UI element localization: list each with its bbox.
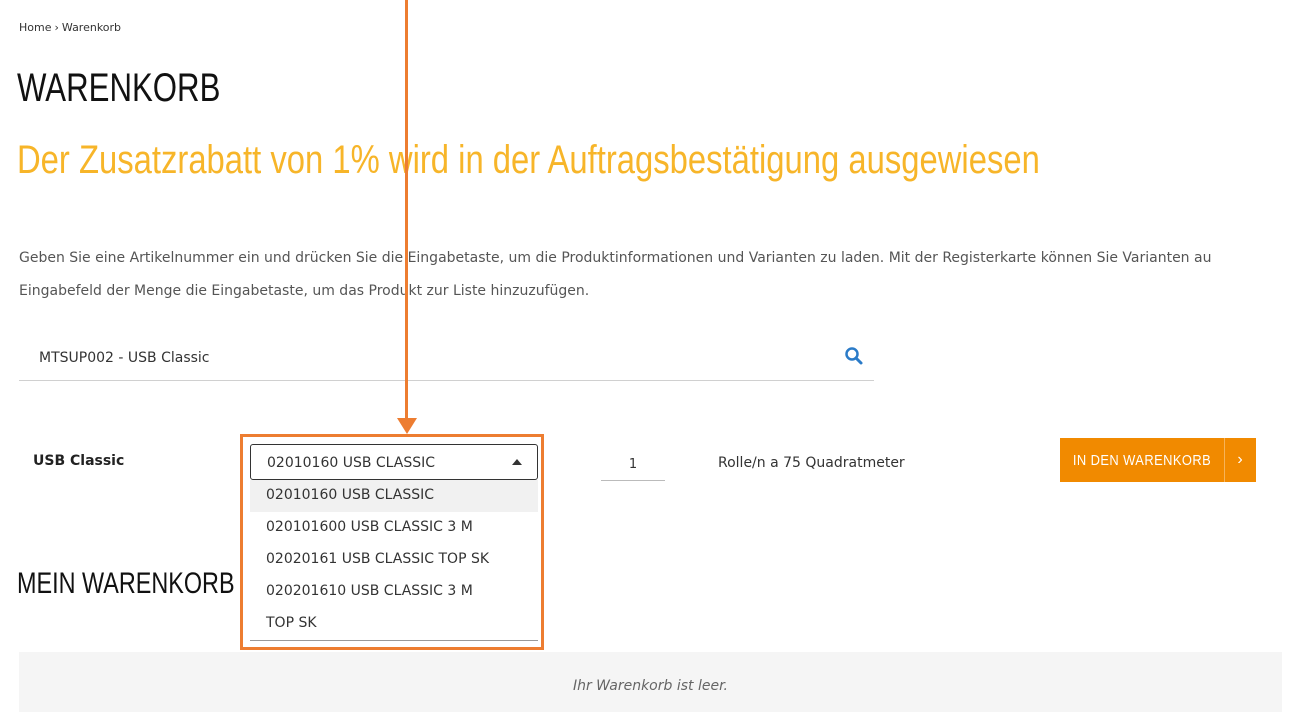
quantity-input[interactable]: 1: [601, 452, 665, 481]
empty-cart-text: Ihr Warenkorb ist leer.: [572, 678, 729, 694]
variant-option[interactable]: 02010160 USB CLASSIC: [250, 480, 538, 512]
add-to-cart-button[interactable]: IN DEN WARENKORB ›: [1060, 438, 1256, 482]
instructions-text: Geben Sie eine Artikelnummer ein und drü…: [19, 242, 1289, 308]
article-search-input[interactable]: [37, 349, 801, 367]
variant-option[interactable]: 020101600 USB CLASSIC 3 M: [250, 512, 538, 544]
instructions-line-1: Geben Sie eine Artikelnummer ein und drü…: [19, 250, 1212, 266]
add-to-cart-label: IN DEN WARENKORB: [1072, 451, 1212, 469]
variant-select[interactable]: 02010160 USB CLASSIC: [250, 444, 538, 480]
unit-label: Rolle/n a 75 Quadratmeter: [718, 455, 905, 471]
variant-select-value: 02010160 USB CLASSIC: [267, 455, 436, 471]
chevron-right-icon: ›: [1224, 438, 1255, 482]
page-title: WARENKORB: [17, 66, 221, 110]
caret-up-icon: [512, 459, 522, 465]
article-search: [19, 340, 874, 381]
annotation-arrow-head: [397, 418, 417, 434]
search-icon[interactable]: [844, 346, 864, 366]
variant-option[interactable]: 020201610 USB CLASSIC 3 M: [250, 576, 538, 608]
annotation-arrow-line: [405, 0, 408, 422]
product-name: USB Classic: [33, 453, 125, 469]
instructions-line-2: Eingabefeld der Menge die Eingabetaste, …: [19, 283, 590, 299]
empty-cart-box: Ihr Warenkorb ist leer.: [19, 652, 1282, 712]
variant-option[interactable]: TOP SK: [250, 608, 538, 640]
variant-options-list: 02010160 USB CLASSIC 020101600 USB CLASS…: [250, 480, 538, 640]
cart-section-title: MEIN WARENKORB: [17, 567, 235, 600]
dropdown-bottom-border: [250, 640, 538, 641]
promo-text: Der Zusatzrabatt von 1% wird in der Auft…: [17, 138, 1040, 182]
breadcrumb: Home › Warenkorb: [19, 21, 124, 34]
breadcrumb-current: Warenkorb: [61, 21, 122, 34]
breadcrumb-home-link[interactable]: Home: [19, 21, 51, 34]
variant-option[interactable]: 02020161 USB CLASSIC TOP SK: [250, 544, 538, 576]
breadcrumb-separator: ›: [54, 21, 59, 34]
